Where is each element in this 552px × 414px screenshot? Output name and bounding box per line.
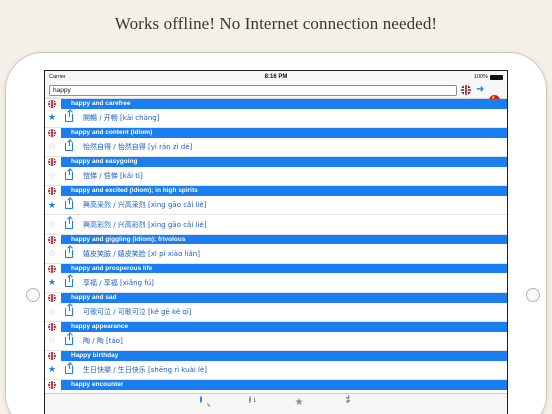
promo-headline: Works offline! No Internet connection ne… — [114, 14, 438, 33]
result-entry[interactable]: ★ 享福 / 享福 [xiǎng fú] — [45, 273, 507, 293]
header-text: happy encounter — [61, 380, 507, 390]
result-header: happy and sad — [45, 292, 507, 303]
result-header: happy and easygoing — [45, 157, 507, 167]
share-icon[interactable] — [65, 110, 73, 122]
status-bar: Carrier 8:16 PM 100% — [45, 71, 507, 83]
result-header: Happy birthday — [45, 351, 507, 361]
battery-indicator: 100% — [474, 74, 503, 80]
entry-text: 生日快樂 / 生日快乐 [shēng rì kuài lè] — [83, 365, 208, 374]
share-icon[interactable] — [65, 198, 73, 210]
share-icon[interactable] — [65, 304, 73, 316]
search-icon — [200, 396, 202, 403]
share-icon[interactable] — [65, 169, 73, 181]
tab-favorites[interactable]: ★ — [284, 397, 314, 409]
home-button[interactable] — [526, 288, 540, 302]
uk-flag-icon — [45, 293, 59, 303]
entry-text: 嬉皮笑臉 / 嬉皮笑脸 [xī pí xiào liǎn] — [83, 249, 200, 258]
result-entry[interactable]: ☆ 陶 / 陶 [táo] — [45, 332, 507, 352]
header-text: Happy birthday — [61, 351, 507, 361]
app-screen: Carrier 8:16 PM 100% ➜ happy and carefre… — [44, 70, 508, 414]
result-entry[interactable]: ☆ 怡然自得 / 怡然自得 [yí rán zì dé] — [45, 138, 507, 158]
arrow-right-icon[interactable]: ➜ — [476, 84, 484, 96]
tab-search[interactable] — [186, 396, 216, 403]
entry-text: 可歌可泣 / 可歌可泣 [kě gē kě qì] — [83, 307, 192, 316]
battery-percent: 100% — [473, 74, 488, 80]
share-icon[interactable] — [65, 139, 73, 151]
result-header: happy and excited (idiom); in high spiri… — [45, 186, 507, 196]
uk-flag-icon — [45, 351, 59, 361]
tab-bar: ★ — [45, 393, 507, 414]
gear-icon — [346, 395, 350, 404]
entry-text: 愷悌 / 恺悌 [kǎi tì] — [83, 172, 143, 181]
result-entry[interactable]: ☆ 愷悌 / 恺悌 [kǎi tì] — [45, 167, 507, 187]
tab-settings[interactable] — [333, 395, 363, 404]
result-entry[interactable]: ★ 興高采烈 / 兴高采烈 [xìng gāo cǎi liè] — [45, 196, 507, 216]
uk-flag-icon — [45, 128, 59, 138]
uk-flag-icon — [45, 380, 59, 390]
result-entry[interactable]: ☆ 嬉皮笑臉 / 嬉皮笑脸 [xī pí xiào liǎn] — [45, 244, 507, 264]
result-header: happy encounter — [45, 380, 507, 390]
favorite-star-icon[interactable]: ★ — [45, 361, 59, 379]
favorite-star-icon[interactable]: ★ — [45, 109, 59, 127]
camera-dot — [26, 288, 40, 302]
entry-text: 興高彩烈 / 兴高彩烈 [xìng gāo cǎi liè] — [83, 220, 207, 229]
header-text: happy and carefree — [61, 99, 507, 109]
uk-flag-icon[interactable] — [461, 85, 471, 95]
favorite-star-icon[interactable]: ☆ — [45, 303, 59, 321]
share-icon[interactable] — [65, 362, 73, 374]
result-header: happy and carefree — [45, 99, 507, 109]
result-header: happy and content (idiom) — [45, 128, 507, 138]
results-list: happy and carefree ★ 開暢 / 开畅 [kāi chàng] ha… — [45, 99, 507, 390]
uk-flag-icon — [45, 322, 59, 332]
favorite-star-icon[interactable]: ☆ — [45, 167, 59, 185]
uk-flag-icon — [45, 264, 59, 274]
search-bar: ➜ — [45, 83, 507, 106]
header-text: happy and easygoing — [61, 157, 507, 167]
result-entry[interactable]: ☆ 可歌可泣 / 可歌可泣 [kě gē kě qì] — [45, 303, 507, 322]
result-entry[interactable]: ★ 開暢 / 开畅 [kāi chàng] — [45, 109, 507, 129]
header-text: happy and giggling (idiom); frivolous — [61, 234, 507, 245]
uk-flag-icon — [45, 235, 59, 245]
result-header: happy appearance — [45, 321, 507, 332]
battery-icon — [490, 74, 503, 80]
clock-label: 8:16 PM — [264, 73, 288, 80]
header-text: happy and sad — [61, 292, 507, 303]
uk-flag-icon — [45, 157, 59, 167]
star-icon: ★ — [294, 397, 304, 408]
result-entry[interactable]: ☆ 興高彩烈 / 兴高彩烈 [xìng gāo cǎi liè] — [45, 215, 507, 235]
share-icon[interactable] — [65, 217, 73, 229]
share-icon[interactable] — [65, 246, 73, 258]
header-text: happy and prosperous life — [61, 263, 507, 274]
favorite-star-icon[interactable]: ★ — [45, 196, 59, 214]
entry-text: 開暢 / 开畅 [kāi chàng] — [83, 113, 160, 122]
share-icon[interactable] — [65, 333, 73, 345]
result-header: happy and prosperous life — [45, 263, 507, 274]
entry-text: 怡然自得 / 怡然自得 [yí rán zì dé] — [83, 142, 193, 151]
share-icon[interactable] — [65, 275, 73, 287]
entry-text: 陶 / 陶 [táo] — [83, 336, 123, 345]
favorite-star-icon[interactable]: ☆ — [45, 215, 59, 233]
header-text: happy appearance — [61, 321, 507, 332]
uk-flag-icon — [45, 186, 59, 196]
tab-history[interactable] — [235, 396, 265, 403]
result-header: happy and giggling (idiom); frivolous — [45, 234, 507, 245]
search-input[interactable] — [49, 85, 457, 96]
header-text: happy and content (idiom) — [61, 128, 507, 138]
entry-text: 享福 / 享福 [xiǎng fú] — [83, 278, 154, 287]
favorite-star-icon[interactable]: ☆ — [45, 138, 59, 156]
favorite-star-icon[interactable]: ☆ — [45, 244, 59, 262]
result-entry[interactable]: ★ 生日快樂 / 生日快乐 [shēng rì kuài lè] — [45, 361, 507, 381]
favorite-star-icon[interactable]: ☆ — [45, 332, 59, 350]
clock-icon — [249, 396, 251, 403]
favorite-star-icon[interactable]: ★ — [45, 273, 59, 291]
uk-flag-icon — [45, 99, 59, 109]
entry-text: 興高采烈 / 兴高采烈 [xìng gāo cǎi liè] — [83, 201, 207, 210]
header-text: happy and excited (idiom); in high spiri… — [61, 186, 507, 196]
